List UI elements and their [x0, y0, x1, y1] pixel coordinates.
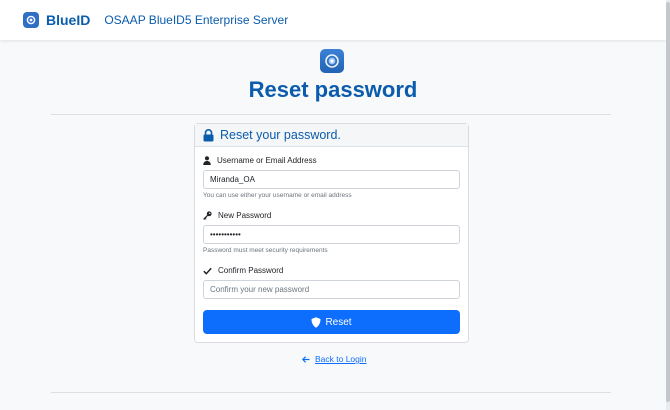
back-to-login-link[interactable]: Back to Login — [302, 354, 367, 364]
navbar-subtitle: OSAAP BlueID5 Enterprise Server — [104, 13, 289, 27]
user-icon — [203, 156, 211, 165]
new-password-input[interactable] — [203, 225, 460, 244]
confirm-password-input[interactable] — [203, 280, 460, 299]
back-to-login-label: Back to Login — [315, 354, 367, 364]
confirm-password-label: Confirm Password — [203, 266, 283, 275]
new-password-help-text: Password must meet security requirements — [203, 247, 328, 254]
confirm-password-label-text: Confirm Password — [218, 266, 284, 275]
scrollbar-thumb[interactable] — [666, 2, 670, 402]
arrow-left-icon — [302, 355, 310, 363]
reset-button[interactable]: Reset — [203, 310, 460, 334]
username-input[interactable] — [203, 170, 460, 189]
username-label-text: Username or Email Address — [217, 156, 317, 165]
navbar-brand[interactable]: BlueID — [46, 12, 90, 28]
divider — [51, 392, 611, 393]
new-password-label-text: New Password — [218, 211, 272, 220]
page-title: Reset password — [248, 77, 418, 102]
shield-icon — [311, 316, 321, 328]
blueid-logo-icon — [320, 49, 344, 73]
card-title: Reset your password. — [220, 128, 341, 142]
new-password-label: New Password — [203, 211, 271, 220]
key-icon — [203, 211, 212, 220]
lock-icon — [203, 128, 214, 142]
username-help-text: You can use either your username or emai… — [203, 192, 352, 199]
divider — [51, 114, 611, 115]
reset-button-label: Reset — [325, 316, 352, 328]
check-icon — [203, 267, 212, 275]
page-scrollbar[interactable] — [666, 0, 670, 410]
reset-password-card: Reset your password. Username or Email A… — [194, 123, 469, 343]
blueid-logo-icon[interactable] — [23, 12, 39, 28]
card-header: Reset your password. — [195, 124, 468, 147]
username-label: Username or Email Address — [203, 156, 317, 165]
navbar: BlueID OSAAP BlueID5 Enterprise Server — [0, 0, 666, 40]
